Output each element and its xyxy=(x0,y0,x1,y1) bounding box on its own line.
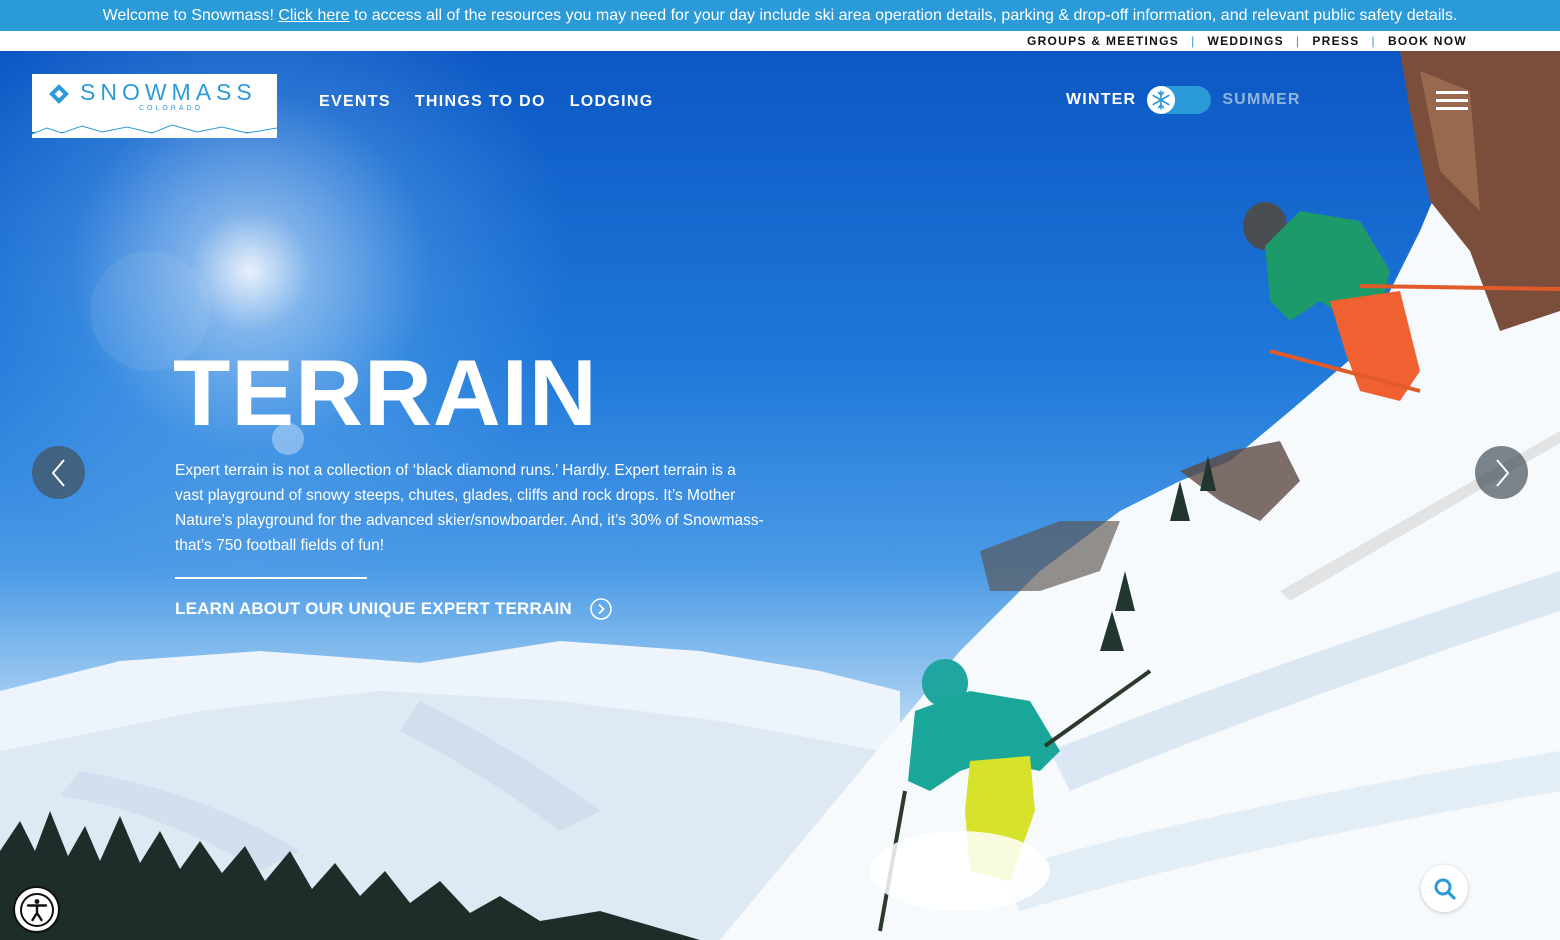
utility-separator: | xyxy=(1371,34,1376,48)
season-winter-label[interactable]: WINTER xyxy=(1066,91,1136,109)
season-summer-label[interactable]: SUMMER xyxy=(1222,91,1300,109)
main-nav: EVENTS THINGS TO DO LODGING xyxy=(319,93,653,111)
chevron-right-icon xyxy=(1495,458,1509,487)
carousel-prev-button[interactable] xyxy=(32,446,85,499)
logo-subtitle: COLORADO xyxy=(138,105,204,112)
hero-cta-label: LEARN ABOUT OUR UNIQUE EXPERT TERRAIN xyxy=(175,599,572,618)
utility-nav: GROUPS & MEETINGS | WEDDINGS | PRESS | B… xyxy=(1027,31,1467,51)
hamburger-menu-icon[interactable] xyxy=(1436,91,1468,111)
utility-link-weddings[interactable]: WEDDINGS xyxy=(1208,34,1284,48)
mountain-peaks-graphic xyxy=(32,124,277,138)
hero-description: Expert terrain is not a collection of ‘b… xyxy=(175,462,764,554)
utility-link-groups-meetings[interactable]: GROUPS & MEETINGS xyxy=(1027,34,1179,48)
announcement-suffix: to access all of the resources you may n… xyxy=(349,7,1458,24)
utility-separator: | xyxy=(1191,34,1196,48)
nav-things-to-do[interactable]: THINGS TO DO xyxy=(415,93,546,111)
chevron-left-icon xyxy=(51,458,65,487)
logo-wordmark: SNOWMASS xyxy=(80,79,257,105)
snowflake-icon xyxy=(1147,86,1176,114)
nav-lodging[interactable]: LODGING xyxy=(570,93,654,111)
utility-link-press[interactable]: PRESS xyxy=(1312,34,1359,48)
search-button[interactable] xyxy=(1421,865,1468,912)
accessibility-icon xyxy=(19,892,54,927)
announcement-bar: Welcome to Snowmass! Click here to acces… xyxy=(0,0,1560,31)
hero-cta-link[interactable]: LEARN ABOUT OUR UNIQUE EXPERT TERRAIN xyxy=(175,596,612,622)
nav-events[interactable]: EVENTS xyxy=(319,93,391,111)
utility-link-book-now[interactable]: BOOK NOW xyxy=(1388,34,1467,48)
diamond-logo-icon xyxy=(49,84,69,104)
hero-slide: SNOWMASS COLORADO EVENTS THINGS TO DO LO… xyxy=(0,51,1560,940)
circle-chevron-right-icon xyxy=(590,598,612,620)
announcement-prefix: Welcome to Snowmass! xyxy=(102,7,279,24)
announcement-link[interactable]: Click here xyxy=(278,7,349,24)
utility-separator: | xyxy=(1295,34,1301,48)
search-icon xyxy=(1434,878,1456,900)
season-switch[interactable] xyxy=(1147,86,1212,114)
season-toggle: WINTER SUMMER xyxy=(1066,85,1301,115)
hero-divider xyxy=(175,577,367,579)
accessibility-button[interactable] xyxy=(13,886,60,933)
carousel-next-button[interactable] xyxy=(1475,446,1528,499)
snowmass-logo[interactable]: SNOWMASS COLORADO xyxy=(32,74,277,138)
utility-bar: GROUPS & MEETINGS | WEDDINGS | PRESS | B… xyxy=(0,31,1560,51)
hero-title: TERRAIN xyxy=(173,340,598,445)
